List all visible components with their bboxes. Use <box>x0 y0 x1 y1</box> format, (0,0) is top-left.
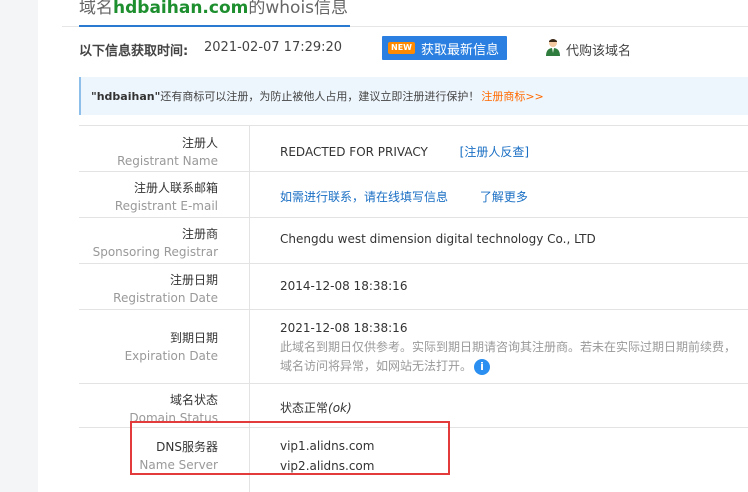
trademark-notice: "hdbaihan" 还有商标可以注册，为防止被他人占用，建议立即注册进行保护！… <box>79 77 748 115</box>
expiration-date-label-en: Expiration Date <box>124 349 218 363</box>
refresh-label: 获取最新信息 <box>420 42 499 58</box>
registrar-value: Chengdu west dimension digital technolog… <box>280 232 596 246</box>
learn-more-link[interactable]: 了解更多 <box>480 190 528 204</box>
registration-date-value: 2014-12-08 18:38:16 <box>280 279 408 293</box>
email-label: 注册人联系邮箱 Registrant E-mail <box>79 172 250 217</box>
email-label-cn: 注册人联系邮箱 <box>133 181 218 195</box>
fetch-time-value: 2021-02-07 17:29:20 <box>204 40 343 55</box>
registrant-label-cn: 注册人 <box>181 136 218 150</box>
info-icon[interactable]: i <box>474 358 491 375</box>
domain-status-value: 状态正常 <box>280 401 329 415</box>
name-server-label-en: Name Server <box>139 458 218 472</box>
domain-status-cell: 状态正常(ok) <box>280 399 352 416</box>
name-server-cell: vip1.alidns.com vip2.alidns.com <box>280 436 374 476</box>
registrant-value: REDACTED FOR PRIVACY <box>280 145 428 159</box>
expiration-date-label-cn: 到期日期 <box>169 331 218 345</box>
name-server-1: vip1.alidns.com <box>280 439 375 453</box>
registrar-label-cn: 注册商 <box>181 227 218 241</box>
name-server-label: DNS服务器 Name Server <box>79 428 250 492</box>
row-registrant: 注册人 Registrant Name REDACTED FOR PRIVACY… <box>79 126 748 172</box>
row-domain-status: 域名状态 Domain Status 状态正常(ok) <box>79 384 748 428</box>
title-row: 域名hdbaihan.com的whois信息 <box>62 0 748 27</box>
buy-domain-link[interactable]: 代购该域名 <box>545 38 631 60</box>
registration-date-label: 注册日期 Registration Date <box>79 264 250 309</box>
fetch-time-label: 以下信息获取时间: <box>79 44 189 59</box>
email-value-cell: 如需进行联系，请在线填写信息 了解更多 <box>280 188 528 205</box>
registrant-label-en: Registrant Name <box>117 154 218 168</box>
registration-date-label-en: Registration Date <box>113 291 218 305</box>
title-suffix: 的whois信息 <box>248 0 349 18</box>
domain-status-label: 域名状态 Domain Status <box>79 384 250 427</box>
new-badge: NEW <box>388 42 415 54</box>
left-gutter <box>0 0 38 492</box>
registrant-value-cell: REDACTED FOR PRIVACY [注册人反查] <box>280 143 529 160</box>
expiration-note-line2: 域名访问将异常，如网站无法打开。 i <box>280 357 736 376</box>
registration-date-label-cn: 注册日期 <box>169 273 218 287</box>
registrant-label: 注册人 Registrant Name <box>79 126 250 171</box>
expiration-date-value: 2021-12-08 18:38:16 <box>280 321 408 335</box>
expiration-note-text: 域名访问将异常，如网站无法打开。 <box>280 359 473 373</box>
domain-status-label-en: Domain Status <box>129 411 218 425</box>
info-row: 以下信息获取时间: 2021-02-07 17:29:20 NEW 获取最新信息… <box>79 36 748 62</box>
notice-brand: "hdbaihan" <box>91 89 161 103</box>
row-registrar: 注册商 Sponsoring Registrar Chengdu west di… <box>79 218 748 264</box>
refresh-button[interactable]: NEW 获取最新信息 <box>382 36 507 60</box>
title-domain: hdbaihan.com <box>113 0 249 18</box>
whois-table: 注册人 Registrant Name REDACTED FOR PRIVACY… <box>79 125 748 492</box>
email-label-en: Registrant E-mail <box>114 199 218 213</box>
contact-online-link[interactable]: 如需进行联系，请在线填写信息 <box>280 190 448 204</box>
registrar-label: 注册商 Sponsoring Registrar <box>79 218 250 263</box>
name-server-2: vip2.alidns.com <box>280 459 375 473</box>
row-email: 注册人联系邮箱 Registrant E-mail 如需进行联系，请在线填写信息… <box>79 172 748 218</box>
registrant-reverse-lookup-link[interactable]: [注册人反查] <box>460 145 529 159</box>
registrar-label-en: Sponsoring Registrar <box>92 245 218 259</box>
buy-domain-label: 代购该域名 <box>566 43 632 59</box>
row-registration-date: 注册日期 Registration Date 2014-12-08 18:38:… <box>79 264 748 310</box>
name-server-label-cn: DNS服务器 <box>156 440 218 454</box>
notice-text: 还有商标可以注册，为防止被他人占用，建议立即注册进行保护！ <box>160 90 480 103</box>
row-expiration-date: 到期日期 Expiration Date 2021-12-08 18:38:16… <box>79 310 748 384</box>
domain-status-label-cn: 域名状态 <box>169 393 218 407</box>
title-prefix: 域名 <box>79 0 113 18</box>
row-name-server: DNS服务器 Name Server vip1.alidns.com vip2.… <box>79 428 748 492</box>
expiration-date-label: 到期日期 Expiration Date <box>79 310 250 383</box>
expiration-note-line1: 此域名到期日仅供参考。实际到期日期请咨询其注册商。若未在实际过期日期前续费， <box>280 340 737 354</box>
whois-panel: 域名hdbaihan.com的whois信息 以下信息获取时间: 2021-02… <box>62 0 748 492</box>
register-trademark-link[interactable]: 注册商标>> <box>481 88 543 104</box>
page-title: 域名hdbaihan.com的whois信息 <box>79 0 351 27</box>
agent-avatar-icon <box>545 38 561 60</box>
domain-status-code: (ok) <box>328 401 352 415</box>
expiration-date-cell: 2021-12-08 18:38:16 此域名到期日仅供参考。实际到期日期请咨询… <box>280 319 736 376</box>
